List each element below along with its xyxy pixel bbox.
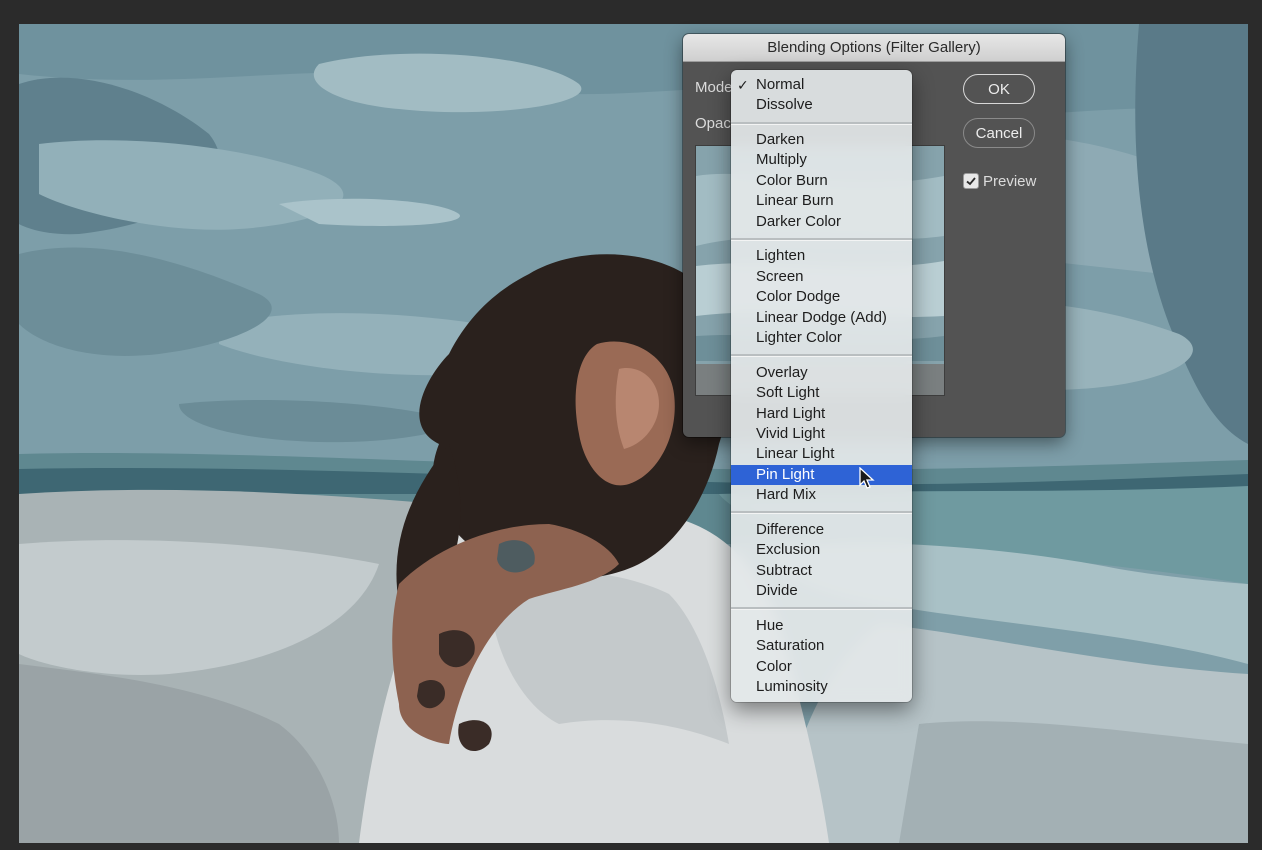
menu-item-color-burn[interactable]: Color Burn <box>731 171 912 191</box>
blend-mode-menu[interactable]: ✓ Normal Dissolve Darken Multiply Color … <box>731 70 912 702</box>
menu-item-color[interactable]: Color <box>731 657 912 677</box>
opacity-label: Opac <box>695 115 731 132</box>
dialog-title: Blending Options (Filter Gallery) <box>683 34 1065 62</box>
menu-separator <box>731 122 912 125</box>
cancel-button[interactable]: Cancel <box>963 118 1035 148</box>
menu-separator <box>731 607 912 610</box>
menu-separator <box>731 238 912 241</box>
menu-item-divide[interactable]: Divide <box>731 581 912 601</box>
mode-label: Mode <box>695 79 733 96</box>
menu-item-lighten[interactable]: Lighten <box>731 246 912 266</box>
menu-item-soft-light[interactable]: Soft Light <box>731 383 912 403</box>
menu-item-hard-light[interactable]: Hard Light <box>731 404 912 424</box>
menu-item-luminosity[interactable]: Luminosity <box>731 677 912 697</box>
menu-separator <box>731 354 912 357</box>
menu-item-overlay[interactable]: Overlay <box>731 363 912 383</box>
menu-item-darker-color[interactable]: Darker Color <box>731 212 912 232</box>
menu-item-hue[interactable]: Hue <box>731 616 912 636</box>
menu-item-lighter-color[interactable]: Lighter Color <box>731 328 912 348</box>
preview-label[interactable]: Preview <box>983 173 1036 190</box>
menu-item-difference[interactable]: Difference <box>731 520 912 540</box>
menu-item-hard-mix[interactable]: Hard Mix <box>731 485 912 505</box>
menu-item-color-dodge[interactable]: Color Dodge <box>731 287 912 307</box>
menu-item-linear-burn[interactable]: Linear Burn <box>731 191 912 211</box>
menu-item-dissolve[interactable]: Dissolve <box>731 95 912 115</box>
menu-separator <box>731 511 912 514</box>
checkmark-icon <box>966 177 976 186</box>
preview-checkbox[interactable] <box>963 173 979 189</box>
menu-item-multiply[interactable]: Multiply <box>731 150 912 170</box>
menu-item-saturation[interactable]: Saturation <box>731 636 912 656</box>
ok-button[interactable]: OK <box>963 74 1035 104</box>
menu-item-pin-light[interactable]: Pin Light <box>731 465 912 485</box>
menu-item-vivid-light[interactable]: Vivid Light <box>731 424 912 444</box>
menu-item-normal[interactable]: ✓ Normal <box>731 75 912 95</box>
menu-item-linear-light[interactable]: Linear Light <box>731 444 912 464</box>
checkmark-icon: ✓ <box>737 77 749 93</box>
menu-item-subtract[interactable]: Subtract <box>731 561 912 581</box>
menu-item-screen[interactable]: Screen <box>731 267 912 287</box>
menu-item-exclusion[interactable]: Exclusion <box>731 540 912 560</box>
mouse-pointer-icon <box>859 467 875 489</box>
menu-item-linear-dodge[interactable]: Linear Dodge (Add) <box>731 308 912 328</box>
menu-item-darken[interactable]: Darken <box>731 130 912 150</box>
